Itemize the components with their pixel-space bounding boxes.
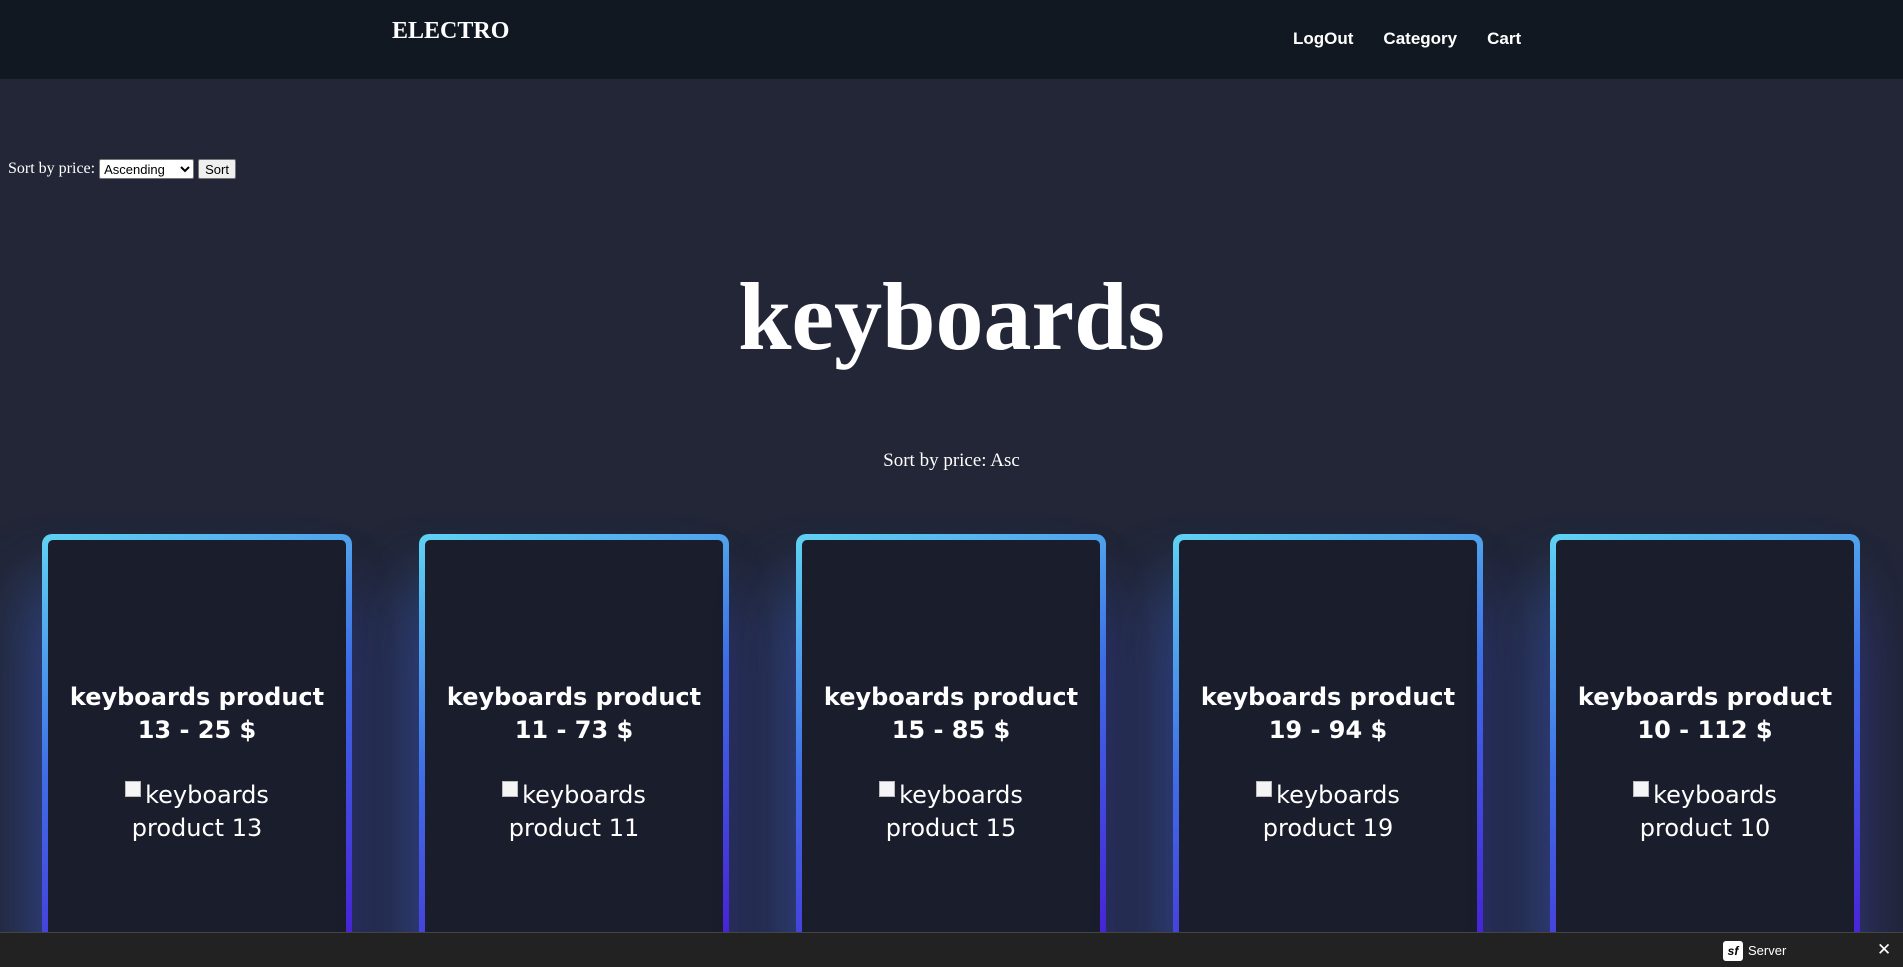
product-card[interactable]: keyboards product 13 - 25 $ keyboards pr… (42, 534, 352, 954)
product-title[interactable]: keyboards product 11 - 73 $ (425, 681, 723, 747)
product-card-body: keyboards product 15 - 85 $ keyboards pr… (802, 540, 1100, 948)
sort-order-select[interactable]: Ascending (99, 159, 195, 179)
product-card[interactable]: keyboards product 15 - 85 $ keyboards pr… (796, 534, 1106, 954)
close-icon[interactable]: ✕ (1877, 940, 1891, 960)
product-card-body: keyboards product 19 - 94 $ keyboards pr… (1179, 540, 1477, 948)
nav-logout-link[interactable]: LogOut (1293, 29, 1353, 49)
top-navbar: ELECTRO LogOut Category Cart (0, 0, 1903, 79)
brand-logo[interactable]: ELECTRO (392, 18, 509, 45)
product-title[interactable]: keyboards product 19 - 94 $ (1179, 681, 1477, 747)
broken-image-icon (1256, 781, 1273, 797)
broken-image-icon (1633, 781, 1650, 797)
broken-image-icon (125, 781, 142, 797)
sort-form: Sort by price: Ascending Sort (8, 159, 236, 179)
product-image-alt: keyboards product 15 (885, 781, 1023, 842)
nav-category-link[interactable]: Category (1383, 29, 1457, 49)
sort-label: Sort by price: (8, 160, 96, 177)
nav-links: LogOut Category Cart (1293, 29, 1551, 49)
sort-status-text: Sort by price: Asc (883, 450, 1020, 471)
broken-image-icon (502, 781, 519, 797)
product-card-body: keyboards product 11 - 73 $ keyboards pr… (425, 540, 723, 948)
product-title[interactable]: keyboards product 13 - 25 $ (48, 681, 346, 747)
symfony-logo-icon[interactable]: sf (1723, 941, 1743, 961)
product-title[interactable]: keyboards product 10 - 112 $ (1556, 681, 1854, 747)
sort-button[interactable]: Sort (198, 159, 236, 179)
product-image-alt: keyboards product 10 (1639, 781, 1777, 842)
nav-cart-link[interactable]: Cart (1487, 29, 1521, 49)
product-card-body: keyboards product 10 - 112 $ keyboards p… (1556, 540, 1854, 948)
broken-image-icon (879, 781, 896, 797)
product-card[interactable]: keyboards product 19 - 94 $ keyboards pr… (1173, 534, 1483, 954)
product-image-alt: keyboards product 13 (131, 781, 269, 842)
product-image-alt: keyboards product 19 (1262, 781, 1400, 842)
page-title: keyboards (738, 263, 1165, 370)
product-image[interactable]: keyboards product 11 (425, 779, 723, 845)
product-card[interactable]: keyboards product 10 - 112 $ keyboards p… (1550, 534, 1860, 954)
product-title[interactable]: keyboards product 15 - 85 $ (802, 681, 1100, 747)
product-image[interactable]: keyboards product 13 (48, 779, 346, 845)
server-label[interactable]: Server (1748, 943, 1786, 958)
product-image[interactable]: keyboards product 19 (1179, 779, 1477, 845)
product-card[interactable]: keyboards product 11 - 73 $ keyboards pr… (419, 534, 729, 954)
product-image[interactable]: keyboards product 10 (1556, 779, 1854, 845)
product-grid: keyboards product 13 - 25 $ keyboards pr… (0, 534, 1903, 954)
product-image-alt: keyboards product 11 (508, 781, 646, 842)
product-image[interactable]: keyboards product 15 (802, 779, 1100, 845)
product-card-body: keyboards product 13 - 25 $ keyboards pr… (48, 540, 346, 948)
debug-toolbar: sf Server ✕ (0, 932, 1903, 967)
